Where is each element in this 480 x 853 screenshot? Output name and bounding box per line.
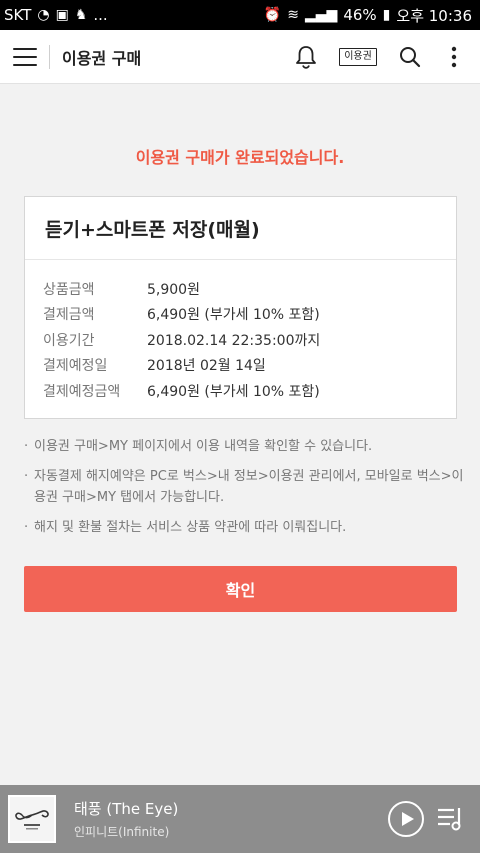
info-note: 해지 및 환불 절차는 서비스 상품 약관에 따라 이뤄집니다.	[24, 517, 464, 538]
more-notifications-label: ...	[93, 6, 108, 24]
confirm-button[interactable]: 확인	[24, 566, 457, 612]
detail-value: 6,490원 (부가세 10% 포함)	[147, 307, 320, 324]
more-vertical-icon	[451, 46, 457, 67]
overflow-menu-button[interactable]	[436, 35, 472, 79]
main-content: 이용권 구매가 완료되었습니다. 듣기+스마트폰 저장(매월) 상품금액 5,9…	[0, 84, 480, 612]
detail-label: 상품금액	[43, 281, 95, 298]
ticket-button[interactable]: 이용권	[332, 35, 384, 79]
sync-icon: ◔	[37, 7, 50, 23]
play-icon	[401, 812, 414, 826]
bell-icon	[296, 45, 316, 69]
header-divider	[49, 44, 50, 69]
app-header: 이용권 구매 이용권	[0, 30, 480, 84]
search-button[interactable]	[384, 35, 436, 79]
detail-label: 이용기간	[43, 332, 95, 349]
status-bar: SKT ◔ ▣ ♞ ... ⏰ ≋ ▂▄▆ 46% ▮ 오후 10:36	[0, 0, 480, 30]
detail-label: 결제금액	[43, 307, 95, 324]
now-playing-info[interactable]: 태풍 (The Eye) 인피니트(Infinite)	[74, 798, 178, 840]
carrier-label: SKT	[4, 6, 32, 24]
mini-player[interactable]: 태풍 (The Eye) 인피니트(Infinite)	[0, 785, 480, 853]
detail-row-usage-period: 이용기간 2018.02.14 22:35:00까지	[43, 327, 456, 353]
playlist-button[interactable]	[436, 804, 466, 834]
menu-icon[interactable]	[13, 47, 37, 66]
app-notification-icon: ♞	[74, 7, 88, 23]
battery-icon: ▮	[382, 7, 391, 23]
detail-row-next-payment-amount: 결제예정금액 6,490원 (부가세 10% 포함)	[43, 378, 456, 404]
purchase-complete-message: 이용권 구매가 완료되었습니다.	[135, 148, 345, 167]
track-artist: 인피니트(Infinite)	[74, 825, 170, 839]
battery-percent: 46%	[343, 6, 377, 24]
wifi-icon: ≋	[287, 7, 300, 23]
detail-row-payment-amount: 결제금액 6,490원 (부가세 10% 포함)	[43, 302, 456, 328]
message-icon: ▣	[55, 7, 69, 23]
info-notes: 이용권 구매>MY 페이지에서 이용 내역을 확인할 수 있습니다. 자동결제 …	[24, 436, 464, 547]
clock: 오후 10:36	[396, 6, 472, 25]
info-note: 이용권 구매>MY 페이지에서 이용 내역을 확인할 수 있습니다.	[24, 436, 464, 457]
detail-label: 결제예정일	[43, 358, 108, 375]
ticket-label: 이용권	[339, 47, 377, 66]
signal-icon: ▂▄▆	[305, 7, 338, 23]
detail-label: 결제예정금액	[43, 383, 121, 400]
status-right: ⏰ ≋ ▂▄▆ 46% ▮ 오후 10:36	[264, 5, 472, 26]
detail-value: 2018년 02월 14일	[147, 358, 266, 375]
detail-value: 5,900원	[147, 281, 200, 298]
product-name: 듣기+스마트폰 저장(매월)	[25, 197, 456, 260]
album-art[interactable]	[8, 795, 56, 843]
header-actions: 이용권	[280, 35, 480, 79]
status-left: SKT ◔ ▣ ♞ ...	[4, 6, 108, 24]
detail-row-product-price: 상품금액 5,900원	[43, 276, 456, 302]
notification-button[interactable]	[280, 35, 332, 79]
track-title: 태풍 (The Eye)	[74, 800, 179, 818]
purchase-summary-card: 듣기+스마트폰 저장(매월) 상품금액 5,900원 결제금액 6,490원 (…	[24, 196, 457, 419]
player-controls	[388, 801, 480, 837]
playlist-icon	[438, 808, 461, 831]
detail-value: 6,490원 (부가세 10% 포함)	[147, 383, 320, 400]
page-title: 이용권 구매	[62, 48, 142, 68]
play-button[interactable]	[388, 801, 424, 837]
detail-row-next-payment-date: 결제예정일 2018년 02월 14일	[43, 353, 456, 379]
info-note: 자동결제 해지예약은 PC로 벅스>내 정보>이용권 관리에서, 모바일로 벅스…	[24, 466, 464, 508]
purchase-details: 상품금액 5,900원 결제금액 6,490원 (부가세 10% 포함) 이용기…	[25, 260, 456, 404]
alarm-icon: ⏰	[263, 7, 282, 23]
detail-value: 2018.02.14 22:35:00까지	[147, 332, 321, 349]
album-art-logo	[10, 797, 54, 841]
search-icon	[400, 46, 421, 67]
